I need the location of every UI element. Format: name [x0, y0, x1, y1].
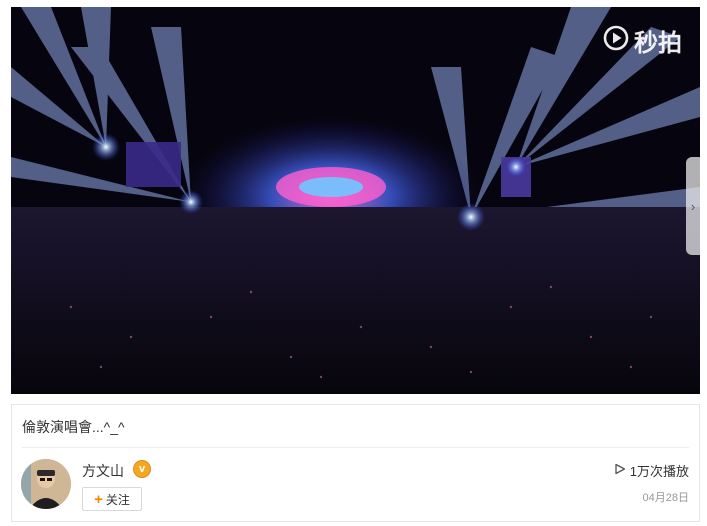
- play-circle-icon: [602, 24, 630, 58]
- author-name[interactable]: 方文山: [82, 461, 124, 481]
- post-date: 04月28日: [642, 492, 689, 504]
- plus-icon: +: [94, 490, 103, 508]
- play-count: 1万次播放: [614, 461, 689, 480]
- follow-label: 关注: [105, 492, 130, 507]
- video-player[interactable]: 秒拍 ›: [11, 7, 700, 394]
- video-info-card: 倫敦演唱會...^_^ 方文山 v + 关注 1万次播放 04月28日: [11, 404, 700, 522]
- chevron-right-icon: ›: [690, 198, 696, 214]
- verified-badge-icon: v: [133, 460, 151, 478]
- avatar[interactable]: [21, 459, 71, 509]
- watermark-text: 秒拍: [634, 29, 682, 57]
- divider: [22, 447, 689, 448]
- play-count-text: 1万次播放: [629, 464, 689, 479]
- follow-button[interactable]: + 关注: [82, 487, 142, 511]
- next-video-button[interactable]: ›: [686, 157, 700, 255]
- concert-video-frame: [11, 7, 700, 394]
- play-triangle-icon: [614, 463, 626, 478]
- video-title: 倫敦演唱會...^_^: [22, 419, 125, 435]
- miaopai-watermark: 秒拍: [602, 23, 682, 58]
